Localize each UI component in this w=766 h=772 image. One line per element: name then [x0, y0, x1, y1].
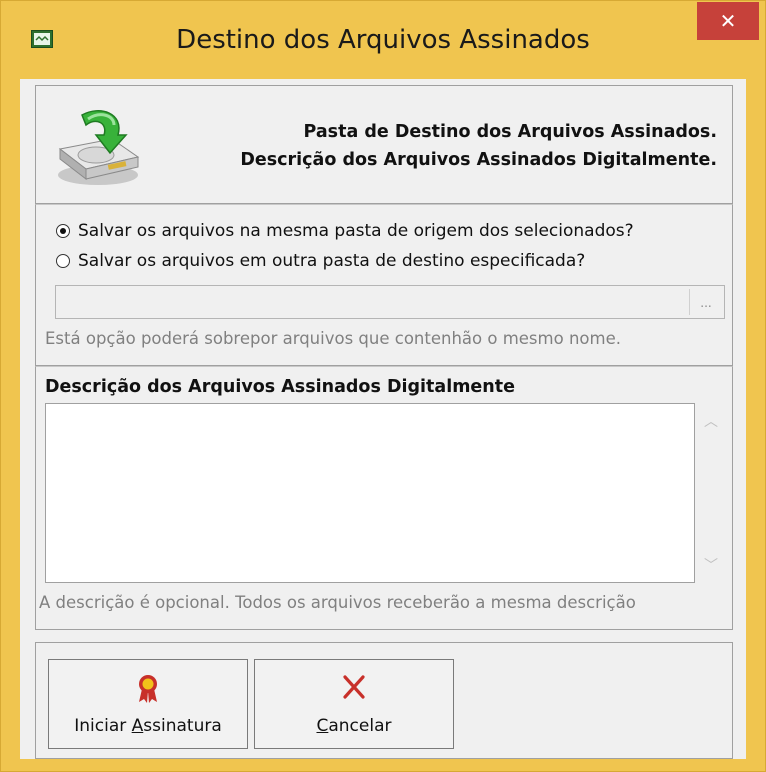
radio-same-folder-button[interactable] [56, 224, 70, 238]
description-label: Descrição dos Arquivos Assinados Digital… [45, 377, 515, 397]
start-signing-mnemonic: A [131, 716, 144, 736]
header-description: Pasta de Destino dos Arquivos Assinados.… [240, 118, 717, 174]
overwrite-warning: Está opção poderá sobrepor arquivos que … [45, 329, 621, 348]
start-signing-label-suffix: ssinatura [143, 716, 222, 736]
destination-panel: Salvar os arquivos na mesma pasta de ori… [35, 204, 733, 366]
scroll-down-icon[interactable]: ﹀ [704, 555, 718, 575]
header-line-2: Descrição dos Arquivos Assinados Digital… [240, 150, 717, 170]
dialog-client: Pasta de Destino dos Arquivos Assinados.… [20, 79, 746, 759]
description-panel: Descrição dos Arquivos Assinados Digital… [35, 366, 733, 630]
cancel-mnemonic: C [316, 716, 329, 736]
cancel-label-suffix: ancelar [328, 716, 392, 736]
dialog-window: Destino dos Arquivos Assinados ✕ Pasta d… [0, 0, 766, 772]
scroll-up-icon[interactable]: ︿ [704, 411, 718, 431]
button-panel: Iniciar Assinatura Cancelar [35, 642, 733, 759]
cancel-button[interactable]: Cancelar [254, 659, 454, 749]
cancel-label: Cancelar [316, 716, 391, 736]
description-hint: A descrição é opcional. Todos os arquivo… [39, 593, 636, 612]
title-bar[interactable]: Destino dos Arquivos Assinados ✕ [1, 1, 765, 79]
start-signing-button[interactable]: Iniciar Assinatura [48, 659, 248, 749]
radio-same-folder-label: Salvar os arquivos na mesma pasta de ori… [78, 221, 634, 241]
header-line-1: Pasta de Destino dos Arquivos Assinados. [303, 122, 718, 142]
start-signing-label-prefix: Iniciar [74, 716, 132, 736]
description-textarea[interactable] [45, 403, 695, 583]
radio-same-folder[interactable]: Salvar os arquivos na mesma pasta de ori… [56, 221, 634, 241]
red-x-icon [343, 675, 365, 699]
description-scrollbar[interactable]: ︿ ﹀ [698, 403, 724, 583]
radio-other-folder-button[interactable] [56, 254, 70, 268]
drive-download-icon [58, 110, 140, 185]
ribbon-award-icon [139, 675, 157, 703]
start-signing-label: Iniciar Assinatura [74, 716, 222, 736]
close-icon: ✕ [719, 9, 737, 33]
radio-other-folder-label: Salvar os arquivos em outra pasta de des… [78, 251, 586, 271]
header-panel: Pasta de Destino dos Arquivos Assinados.… [35, 85, 733, 204]
browse-button[interactable]: ... [689, 289, 722, 315]
close-button[interactable]: ✕ [697, 2, 759, 40]
window-title: Destino dos Arquivos Assinados [176, 25, 590, 55]
destination-path-field[interactable]: ... [55, 285, 725, 319]
radio-other-folder[interactable]: Salvar os arquivos em outra pasta de des… [56, 251, 585, 271]
